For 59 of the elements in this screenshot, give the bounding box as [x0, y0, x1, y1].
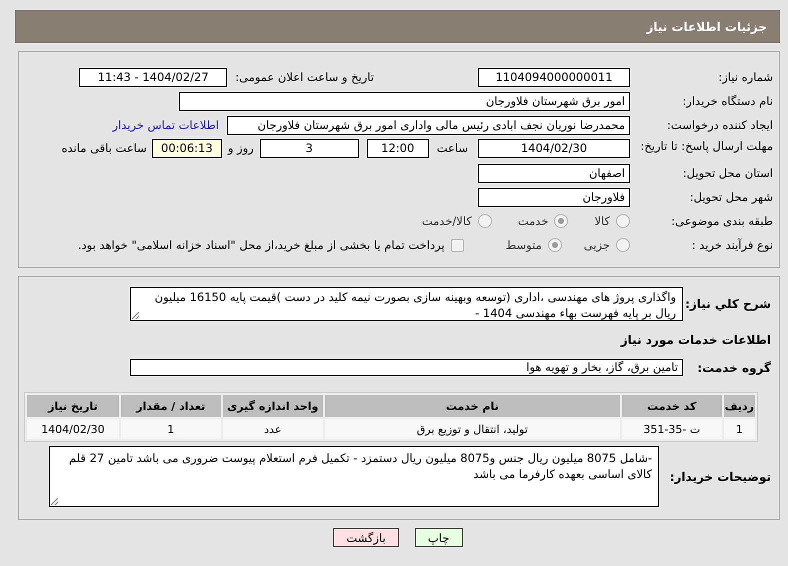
deadline-time-field: 12:00 — [366, 139, 429, 158]
option-label: کالا — [594, 214, 610, 228]
resize-grip-icon — [51, 498, 58, 505]
print-button[interactable]: چاپ — [414, 528, 463, 547]
need-number-field: 1104094000000011 — [478, 68, 630, 86]
field-label: شهر محل تحویل: — [688, 190, 774, 204]
field-label: ایجاد کننده درخواست: — [666, 118, 774, 132]
payment-note: پرداخت تمام یا بخشی از مبلغ خرید،از محل "اسناد خزانه اسلامی" خواهد بود. — [78, 238, 445, 252]
back-button[interactable]: بازگشت — [333, 528, 399, 547]
province-field: اصفهان — [478, 164, 630, 182]
field-label: شرح کلي نياز: — [684, 297, 771, 311]
field-label: مهلت ارسال پاسخ: تا تاریخ: — [639, 139, 774, 153]
buyer-notes-box: -شامل 8075 میلیون ریال جنس و8075 میلیون ریال دستمزد - تکمیل فرم استعلام پیوست ضروری می باشد تامین 27 قلم کالای اساسی بعهده کارفرما می باشد — [49, 446, 659, 507]
option-label: متوسط — [506, 238, 542, 252]
field-label: توضیحات خریدار: — [668, 470, 771, 484]
field-label: شماره نیاز: — [717, 70, 774, 84]
remaining-time-field: 00:06:13 — [152, 139, 222, 158]
table-cell: 1 — [724, 419, 755, 439]
requester-field: محمدرضا نوریان نجف ابادی رئیس مالی واداری امور برق شهرستان فلاورجان — [227, 116, 630, 134]
field-label: گروه خدمت: — [696, 360, 771, 374]
column-header: ردیف — [724, 395, 755, 417]
option-label: کالا/خدمت — [422, 214, 472, 228]
option-label: خدمت — [518, 214, 548, 228]
page-title: جزئیات اطلاعات نیاز — [15, 10, 780, 43]
radio-button[interactable] — [478, 214, 492, 228]
field-label: روز و — [228, 140, 254, 157]
service-group-field: تامین برق، گاز، بخار و تهویه هوا — [130, 359, 683, 376]
field-label: طبقه بندی موضوعی: — [670, 214, 774, 228]
table-cell: 1 — [120, 419, 221, 439]
section-heading: اطلاعات خدمات مورد نیاز — [619, 333, 771, 347]
radio-button[interactable] — [616, 214, 630, 228]
field-label: ساعت — [436, 140, 468, 157]
city-field: فلاورجان — [478, 188, 630, 206]
radio-button[interactable] — [548, 238, 562, 252]
table-cell: 1404/02/30 — [27, 419, 119, 439]
description-box: واگذاری پروژ های مهندسی ،اداری (توسعه وبهینه سازی بصورت نیمه کلید در دست )قیمت پایه 16150 میلیون ریال بر پایه فهرست بهاء مهندسی 1404 - — [130, 287, 683, 321]
radio-button[interactable] — [554, 214, 568, 228]
checkbox[interactable] — [450, 238, 464, 252]
contact-link[interactable]: اطلاعات تماس خریدار — [112, 118, 219, 132]
column-header: تاریخ نیاز — [27, 395, 119, 417]
announce-date-field: 1404/02/27 - 11:43 — [79, 68, 228, 86]
buyer-org-field: امور برق شهرستان فلاورجان — [179, 92, 630, 110]
field-label: نام دستگاه خریدار: — [681, 94, 774, 108]
days-field: 3 — [260, 139, 359, 158]
field-label: ساعت باقی مانده — [62, 140, 147, 157]
radio-button[interactable] — [616, 238, 630, 252]
resize-grip-icon — [132, 312, 139, 319]
column-header: واحد اندازه گیری — [222, 395, 323, 417]
deadline-date-field: 1404/02/30 — [478, 139, 630, 158]
field-label: نوع فرآیند خرید : — [690, 238, 774, 252]
table-cell: تولید، انتقال و توزیع برق — [324, 419, 620, 439]
option-label: جزیی — [584, 238, 610, 252]
field-label: استان محل تحویل: — [682, 166, 774, 180]
table-cell: عدد — [222, 419, 323, 439]
column-header: نام خدمت — [324, 395, 620, 417]
column-header: تعداد / مقدار — [120, 395, 221, 417]
column-header: کد خدمت — [622, 395, 722, 417]
table-cell: ت -35-351 — [622, 419, 722, 439]
field-label: تاریخ و ساعت اعلان عمومی: — [235, 70, 374, 84]
